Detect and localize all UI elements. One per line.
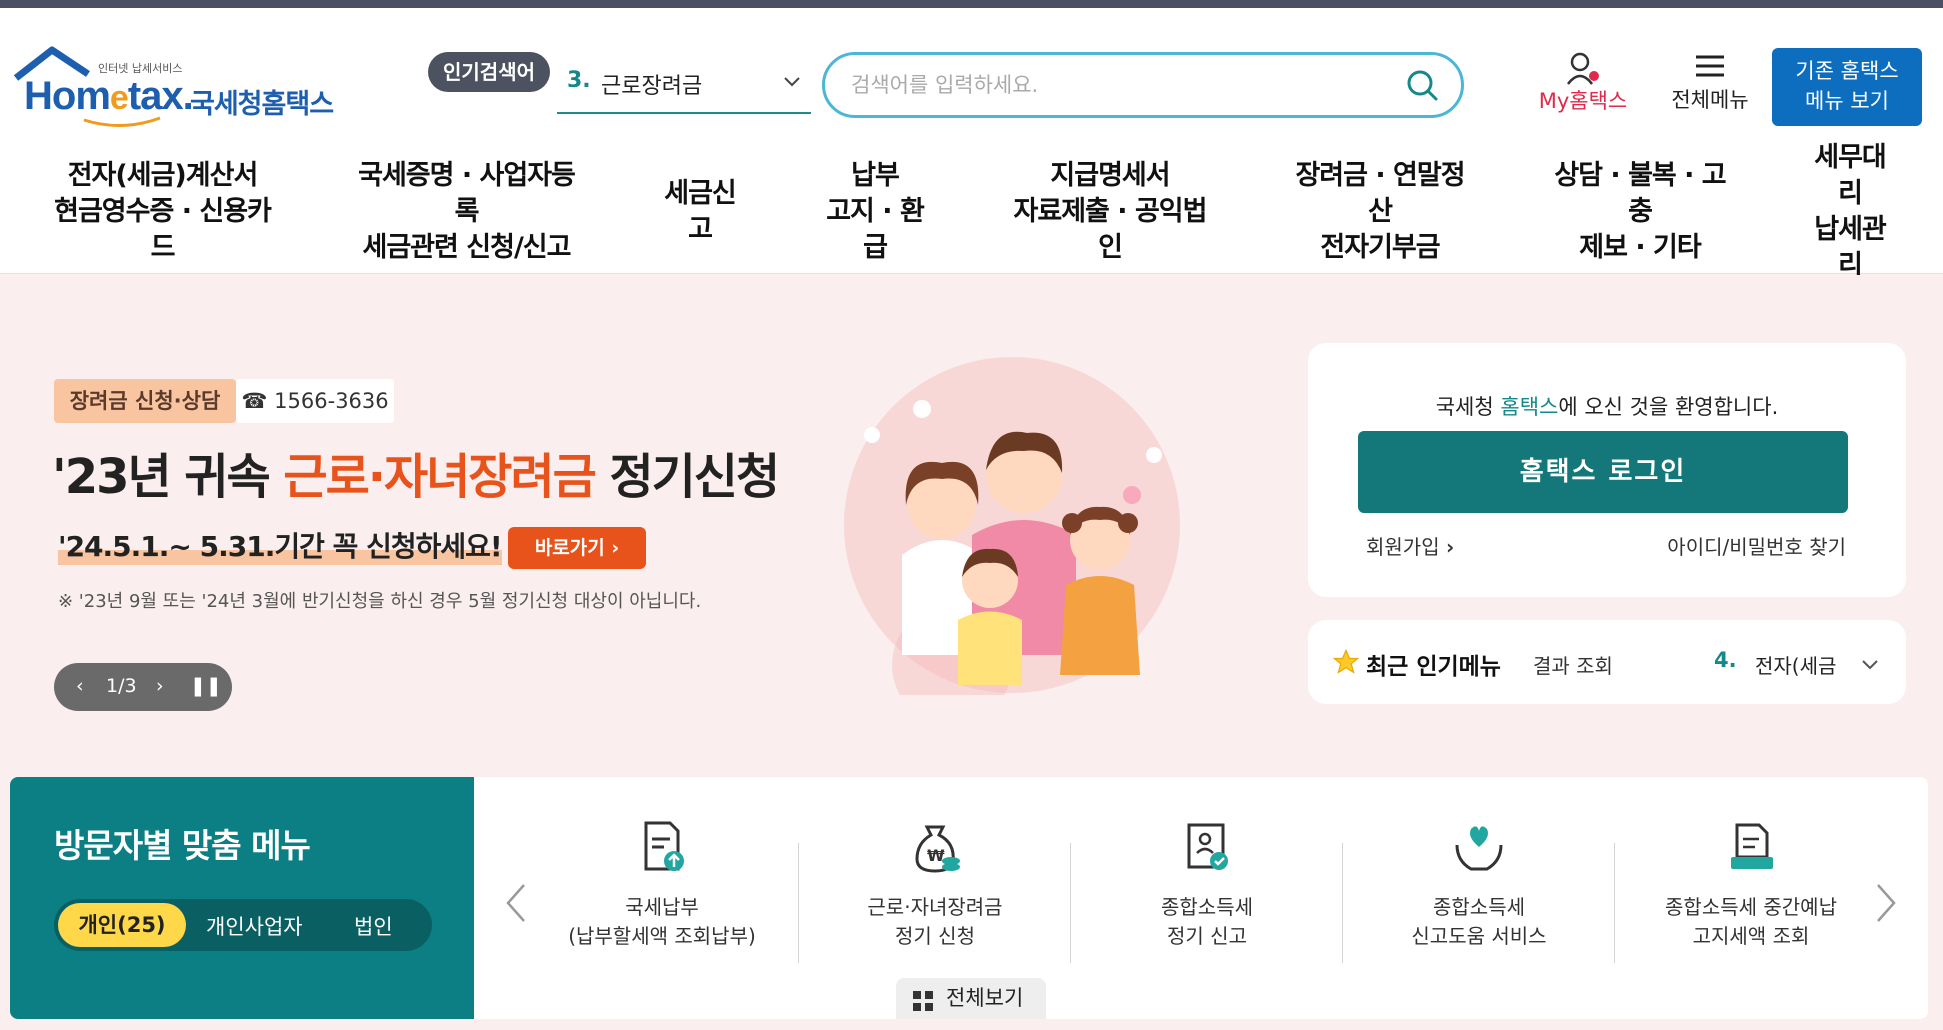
chevron-down-icon[interactable] [1860,654,1880,674]
quick-item-label: 종합소득세 중간예납 고지세액 조회 [1665,895,1837,948]
tax-form-icon [1187,823,1228,870]
money-bag-icon: ₩ [915,825,960,873]
popular-menu-result[interactable]: 결과 조회 [1533,650,1613,679]
banner-subtitle: '24.5.1.~ 5.31.기간 꼭 신청하세요! [58,525,503,565]
view-all-button[interactable]: 전체보기 [896,978,1046,1019]
search-input[interactable] [851,69,1391,101]
old-menu-label-1: 기존 홈택스 [1795,59,1899,83]
visitor-menu-panel: 방문자별 맞춤 메뉴 개인(25) 개인사업자 법인 [10,777,474,1019]
hero-banner: 장려금 신청·상담 ☎ 1566-3636 '23년 귀속 근로·자녀장려금 정… [0,275,1943,775]
logo-swoosh-icon [83,116,161,128]
tab-sole-proprietor[interactable]: 개인사업자 [206,911,303,941]
chevron-down-icon [784,77,800,87]
login-card: 국세청 홈택스에 오신 것을 환영합니다. 홈택스 로그인 회원가입 › 아이디… [1308,343,1906,597]
nav-e-invoice[interactable]: 전자(세금)계산서 현금영수증 · 신용카 드 [40,158,285,266]
hamburger-icon [1696,55,1724,77]
global-nav: 전자(세금)계산서 현금영수증 · 신용카 드 국세증명 · 사업자등 록 세금관련 신… [0,142,1943,281]
visitor-menu-title: 방문자별 맞춤 메뉴 [54,826,311,865]
search-box [822,52,1464,118]
star-icon [1332,648,1360,674]
old-menu-button[interactable]: 기존 홈택스 메뉴 보기 [1772,48,1922,126]
chevron-right-icon[interactable] [1874,881,1900,925]
slide-counter: 1/3 [106,675,137,697]
nav-consult[interactable]: 상담 · 불복 · 고 충 제보 · 기타 [1540,158,1740,266]
document-upload-icon [644,821,684,871]
heart-hands-icon [1455,826,1503,871]
phone-tag: ☎ 1566-3636 [236,379,394,423]
pause-icon[interactable]: ❚❚ [190,675,222,697]
all-menu-label: 전체메뉴 [1671,88,1749,112]
quick-item-label: 종합소득세 신고도움 서비스 [1411,895,1547,948]
my-hometax-label: My홈택스 [1538,89,1628,113]
user-icon [1567,52,1599,85]
slider-control: ‹ 1/3 › ❚❚ [54,663,232,711]
nav-payment-statement[interactable]: 지급명세서 자료제출 · 공익법 인 [1000,158,1220,266]
chevron-right-icon: › [1445,535,1455,559]
next-slide-icon[interactable]: › [156,675,164,697]
popular-search-term: 근로장려금 [601,74,703,99]
quick-item-report-help[interactable]: 종합소득세 신고도움 서비스 [1343,817,1615,957]
tab-corporation[interactable]: 법인 [354,911,393,941]
join-link[interactable]: 회원가입 › [1366,531,1454,560]
popular-menu-card: 최근 인기메뉴 결과 조회 4. 전자(세금 [1308,620,1906,704]
nav-payment[interactable]: 납부 고지 · 환급 [815,158,935,266]
view-all-label: 전체보기 [946,986,1024,1010]
popular-search-badge: 인기검색어 [428,52,550,92]
nav-certificate[interactable]: 국세증명 · 사업자등 록 세금관련 신청/신고 [344,158,589,266]
logo-korean: 국세청홈택스 [190,89,334,120]
quick-item-incentive[interactable]: ₩ 근로·자녀장려금 정기 신청 [799,817,1071,957]
banner-note: ※ '23년 9월 또는 '24년 3월에 반기신청을 하신 경우 5월 정기신… [58,591,702,612]
quick-menu: 국세납부 (납부할세액 조회납부) ₩ 근로·자녀장려금 정기 신청 종합소득세 정기… [474,777,1928,1019]
quick-item-label: 국세납부 (납부할세액 조회납부) [568,895,756,948]
find-account-link[interactable]: 아이디/비밀번호 찾기 [1667,531,1846,560]
old-menu-label-2: 메뉴 보기 [1805,89,1889,113]
chevron-left-icon[interactable] [502,881,528,925]
popular-search-rank: 3. [567,68,591,93]
search-icon[interactable] [1405,68,1439,102]
my-hometax-button[interactable]: My홈택스 [1538,48,1628,138]
nav-tax-report[interactable]: 세금신 고 [650,176,750,248]
quick-item-label: 근로·자녀장려금 정기 신청 [867,895,1003,948]
quick-item-income-tax-report[interactable]: 종합소득세 정기 신고 [1071,817,1343,957]
top-bar [0,0,1943,8]
visitor-tabs: 개인(25) 개인사업자 법인 [54,899,432,951]
popular-menu-item[interactable]: 전자(세금 [1755,650,1855,679]
all-menu-button[interactable]: 전체메뉴 [1660,48,1760,112]
quick-item-tax-payment[interactable]: 국세납부 (납부할세액 조회납부) [526,817,798,957]
prev-slide-icon[interactable]: ‹ [76,675,84,697]
popular-menu-title: 최근 인기메뉴 [1366,654,1501,680]
popular-menu-rank: 4. [1714,648,1737,672]
popular-search-select[interactable]: 3. 근로장려금 [557,58,811,114]
grid-icon [913,991,933,1011]
quick-item-interim-payment[interactable]: 종합소득세 중간예납 고지세액 조회 [1615,817,1887,957]
hometax-logo[interactable]: 인터넷 납세서비스 Hometax. 국세청홈택스 [12,44,342,134]
header: 인터넷 납세서비스 Hometax. 국세청홈택스 인기검색어 3. 근로장려금… [0,8,1943,281]
svg-text:₩: ₩ [927,846,945,865]
logo-wordmark: Hometax. [24,74,194,118]
banner-title: '23년 귀속 근로·자녀장려금 정기신청 [52,449,780,505]
nav-tax-agent[interactable]: 세무대 리 납세관 리 [1800,140,1900,284]
quick-item-label: 종합소득세 정기 신고 [1161,895,1253,948]
nav-incentive[interactable]: 장려금 · 연말정 산 전자기부금 [1285,158,1475,266]
tab-individual[interactable]: 개인(25) [58,903,186,947]
document-list-icon [1731,823,1773,869]
welcome-text: 국세청 홈택스에 오신 것을 환영합니다. [1435,395,1779,419]
family-illustration [844,357,1180,695]
go-button[interactable]: 바로가기 › [508,527,646,569]
incentive-tag: 장려금 신청·상담 [54,379,236,423]
login-button[interactable]: 홈택스 로그인 [1358,431,1848,513]
